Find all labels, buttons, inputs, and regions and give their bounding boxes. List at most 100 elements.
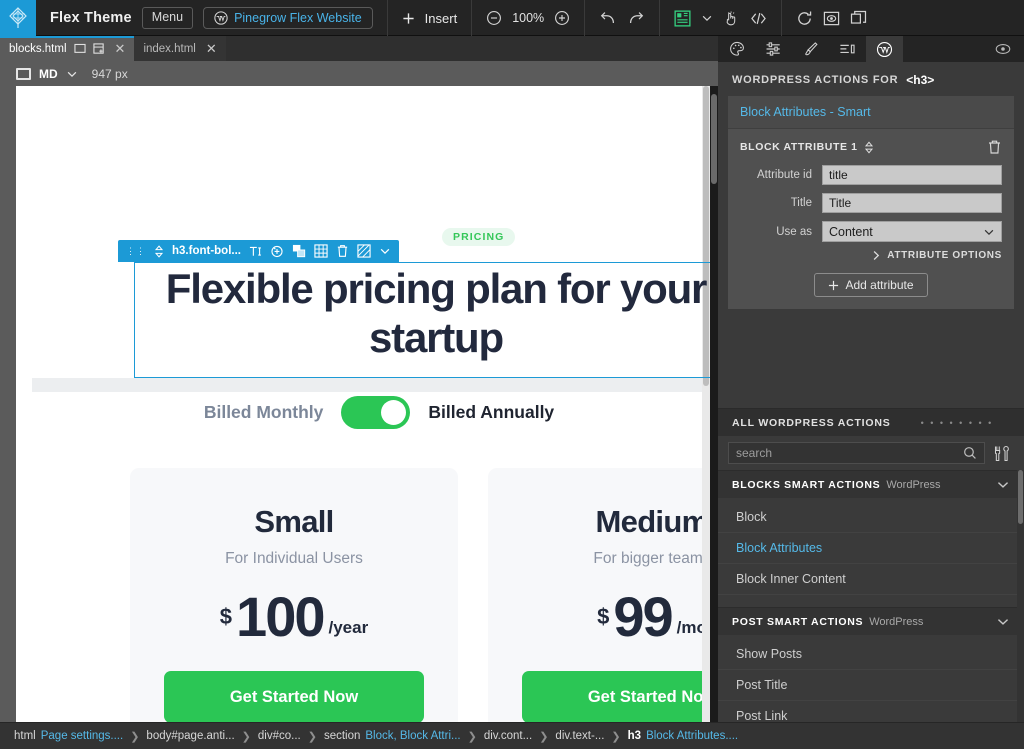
tab-sliders[interactable]	[755, 36, 792, 62]
drag-handle-icon[interactable]: ⋮⋮	[126, 246, 146, 257]
block-attribute-header: BLOCK ATTRIBUTE 1	[740, 139, 1002, 155]
text-edit-icon[interactable]	[249, 245, 262, 258]
file-tab-blocks[interactable]: blocks.html ✕	[0, 36, 135, 61]
get-started-button[interactable]: Get Started Now	[522, 671, 710, 722]
window-icon[interactable]	[73, 43, 86, 54]
hand-pointer-icon[interactable]	[723, 10, 740, 27]
insert-button-label[interactable]: Insert	[425, 11, 458, 26]
wordpress-site-button[interactable]: Pinegrow Flex Website	[203, 7, 373, 29]
breadcrumb-item-div-cont[interactable]: div.cont...	[484, 730, 532, 742]
attribute-id-row: Attribute id title	[740, 165, 1002, 185]
tab-text-align[interactable]	[829, 36, 866, 62]
pinegrow-logo-icon[interactable]	[0, 0, 36, 36]
panel-preview-eye-icon[interactable]	[995, 36, 1024, 62]
app-title: Flex Theme	[50, 10, 132, 26]
attribute-id-input[interactable]: title	[822, 165, 1002, 185]
block-attributes-title[interactable]: Block Attributes - Smart	[728, 96, 1014, 129]
menu-button[interactable]: Menu	[141, 7, 194, 29]
code-brackets-icon[interactable]	[750, 11, 767, 26]
top-toolbar: Flex Theme Menu Pinegrow Flex Website In…	[0, 0, 1024, 36]
refresh-icon[interactable]	[796, 10, 813, 27]
window-add-icon[interactable]	[92, 42, 105, 55]
text-align-icon	[839, 42, 856, 56]
zoom-level[interactable]: 100%	[512, 11, 544, 25]
sort-updown-icon[interactable]	[864, 141, 874, 154]
file-tab-bar: blocks.html ✕ index.html ✕	[0, 36, 718, 61]
selected-selector-label[interactable]: h3.font-bol...	[172, 245, 241, 257]
block-attribute-label: BLOCK ATTRIBUTE 1	[740, 141, 858, 153]
breadcrumb-tag: div.text-...	[555, 730, 605, 742]
chevron-down-icon[interactable]	[996, 615, 1010, 628]
action-item-post-title[interactable]: Post Title	[718, 670, 1024, 701]
group-header-post-smart-actions[interactable]: POST SMART ACTIONS WordPress	[718, 607, 1024, 635]
group-items-blocks: Block Block Attributes Block Inner Conte…	[718, 502, 1024, 595]
chevron-down-icon[interactable]	[66, 68, 78, 80]
panel-header-tag: <h3>	[906, 73, 935, 87]
chevron-right-icon: ❯	[467, 730, 477, 743]
billing-monthly-label[interactable]: Billed Monthly	[204, 402, 324, 423]
breadcrumb-item-section[interactable]: section Block, Block Attri...	[324, 730, 461, 742]
redo-icon[interactable]	[627, 10, 645, 27]
eye-preview-icon[interactable]	[823, 10, 840, 27]
attribute-useas-select[interactable]: Content	[822, 221, 1002, 242]
undo-icon[interactable]	[599, 10, 617, 27]
action-item-block[interactable]: Block	[718, 502, 1024, 533]
grid-icon[interactable]	[314, 244, 328, 258]
chevron-down-icon[interactable]	[701, 12, 713, 24]
billing-toggle-switch[interactable]	[341, 396, 411, 429]
breadcrumb-item-html[interactable]: html Page settings....	[14, 730, 123, 742]
grid-green-icon[interactable]	[674, 9, 691, 27]
add-attribute-button[interactable]: Add attribute	[814, 273, 928, 297]
canvas-scrollbar[interactable]	[710, 86, 718, 722]
tools-icon[interactable]	[993, 445, 1014, 462]
headline-underlay-strip	[32, 378, 710, 392]
zoom-in-icon[interactable]	[554, 10, 570, 26]
breadcrumb-note: Block, Block Attri...	[365, 730, 461, 742]
breadcrumb-item-div-co[interactable]: div#co...	[258, 730, 301, 742]
tab-style-palette[interactable]	[718, 36, 755, 62]
chevron-right-icon: ❯	[307, 730, 317, 743]
chevron-down-icon[interactable]	[996, 478, 1010, 491]
pricing-card: Medium For bigger teams $ 99 /mo Get Sta…	[488, 468, 710, 722]
tabbar-empty-area	[225, 36, 718, 61]
chevron-down-icon[interactable]	[379, 245, 391, 257]
move-up-down-icon[interactable]	[154, 244, 164, 258]
delete-attribute-icon[interactable]	[987, 139, 1002, 155]
tab-brush[interactable]	[792, 36, 829, 62]
get-started-button[interactable]: Get Started Now	[164, 671, 424, 722]
trash-icon[interactable]	[336, 244, 349, 258]
device-rect-icon[interactable]	[16, 67, 31, 80]
breadcrumb-item-div-text[interactable]: div.text-...	[555, 730, 604, 742]
hatch-pattern-icon[interactable]	[357, 244, 371, 258]
action-item-show-posts[interactable]: Show Posts	[718, 639, 1024, 670]
search-placeholder: search	[736, 446, 773, 460]
breadcrumb-item-h3[interactable]: h3 Block Attributes....	[628, 730, 738, 742]
grip-dots-icon[interactable]: • • • • • • • •	[921, 418, 994, 428]
search-input[interactable]: search	[728, 442, 985, 464]
attribute-options-toggle[interactable]: ATTRIBUTE OPTIONS	[740, 250, 1002, 261]
add-element-icon[interactable]	[270, 244, 284, 258]
billing-annually-label[interactable]: Billed Annually	[428, 402, 554, 423]
plan-price: $ 99 /mo	[522, 588, 710, 644]
device-label[interactable]: MD	[39, 67, 58, 81]
attribute-title-input[interactable]: Title	[822, 193, 1002, 213]
duplicate-window-icon[interactable]	[850, 10, 867, 27]
close-icon[interactable]: ✕	[115, 41, 126, 57]
breadcrumb-tag: body#page.anti...	[146, 730, 235, 742]
group-title: POST SMART ACTIONS	[732, 615, 864, 628]
chevron-right-icon: ❯	[539, 730, 549, 743]
page-scrollbar[interactable]	[702, 86, 710, 722]
duplicate-icon[interactable]	[292, 244, 306, 258]
zoom-section: 100%	[472, 0, 586, 36]
file-tab-index[interactable]: index.html ✕	[134, 36, 226, 61]
file-tab-label: index.html	[143, 42, 196, 55]
breadcrumb-item-body[interactable]: body#page.anti...	[146, 730, 234, 742]
right-panel-scrollbar[interactable]	[1017, 470, 1024, 722]
action-item-block-inner-content[interactable]: Block Inner Content	[718, 564, 1024, 595]
zoom-out-icon[interactable]	[486, 10, 502, 26]
add-attribute-label: Add attribute	[845, 278, 914, 292]
group-header-blocks-smart-actions[interactable]: BLOCKS SMART ACTIONS WordPress	[718, 470, 1024, 498]
tab-wordpress[interactable]	[866, 36, 903, 62]
action-item-block-attributes[interactable]: Block Attributes	[718, 533, 1024, 564]
close-icon[interactable]: ✕	[206, 41, 217, 57]
